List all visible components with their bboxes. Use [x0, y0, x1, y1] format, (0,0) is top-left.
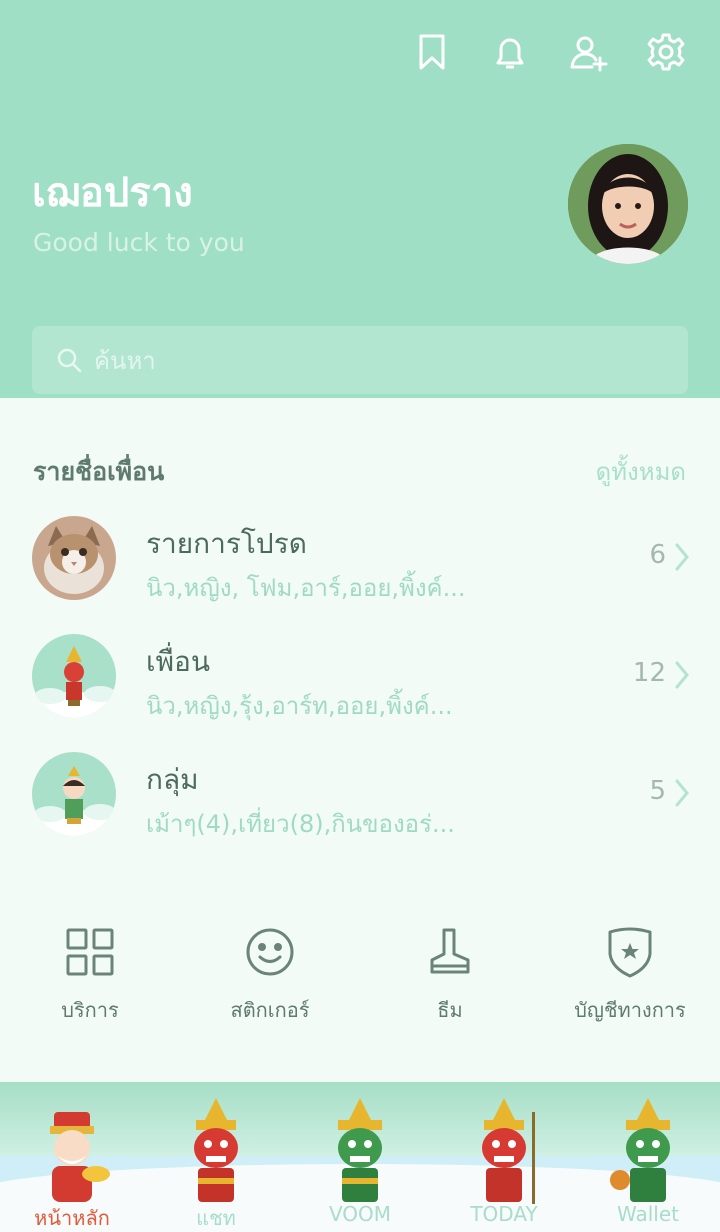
friends-avatar [32, 634, 116, 718]
add-friend-icon[interactable] [568, 30, 608, 74]
friend-row-count: 12 [632, 658, 666, 688]
stickers-button[interactable]: สติกเกอร์ [180, 924, 360, 1034]
today-character-icon [482, 1098, 535, 1204]
voom-character-icon [338, 1098, 382, 1202]
friend-row-favorites[interactable]: รายการโปรด นิว,หญิง, โฟม,อาร์,ออย,พิ้งค์… [0, 516, 720, 616]
services-label: บริการ [61, 998, 119, 1022]
tab-today[interactable]: TODAY [432, 1082, 576, 1232]
search-icon [57, 348, 82, 373]
bottom-navigation: หน้าหลัก แชท VOOM TODAY Wallet [0, 1082, 720, 1232]
tab-today-label: TODAY [470, 1202, 538, 1226]
friends-section-title: รายชื่อเพื่อน [33, 457, 165, 486]
favorites-avatar [32, 516, 116, 600]
chat-character-icon [194, 1098, 238, 1202]
home-character-icon [50, 1112, 110, 1202]
tab-wallet[interactable]: Wallet [576, 1082, 720, 1232]
tab-chat[interactable]: แชท [144, 1082, 288, 1232]
groups-avatar [32, 752, 116, 836]
friend-row-friends[interactable]: เพื่อน นิว,หญิง,รุ้ง,อาร์ท,ออย,พิ้งค์...… [0, 634, 720, 734]
tab-home-label: หน้าหลัก [34, 1206, 110, 1230]
themes-label: ธีม [437, 998, 463, 1022]
tab-wallet-label: Wallet [616, 1202, 679, 1226]
friend-row-title: เพื่อน [146, 645, 210, 678]
chevron-right-icon [675, 661, 689, 689]
wallet-character-icon [610, 1098, 670, 1202]
header-toolbar [412, 30, 686, 74]
profile-header: เฌอปราง Good luck to you ค้นหา [0, 0, 720, 398]
themes-button[interactable]: ธีม [360, 924, 540, 1034]
avatar[interactable] [568, 144, 688, 264]
friend-row-subtitle: เม้าๆ(4),เที่ยว(8),กินของอร่... [146, 810, 455, 838]
friend-row-title: กลุ่ม [146, 763, 199, 796]
bell-icon[interactable] [490, 30, 530, 74]
status-message[interactable]: Good luck to you [33, 228, 245, 257]
search-placeholder: ค้นหา [94, 346, 156, 375]
friend-row-subtitle: นิว,หญิง,รุ้ง,อาร์ท,ออย,พิ้งค์... [146, 692, 453, 720]
official-accounts-button[interactable]: บัญชีทางการ [540, 924, 720, 1034]
chevron-right-icon [675, 779, 689, 807]
tab-home[interactable]: หน้าหลัก [0, 1082, 144, 1232]
tab-voom-label: VOOM [328, 1202, 392, 1226]
shield-star-icon [608, 927, 652, 978]
grid-icon [66, 928, 114, 976]
search-input[interactable]: ค้นหา [32, 326, 688, 394]
chevron-right-icon [675, 543, 689, 571]
friend-row-groups[interactable]: กลุ่ม เม้าๆ(4),เที่ยว(8),กินของอร่... 5 [0, 752, 720, 852]
see-all-link[interactable]: ดูทั้งหมด [596, 452, 686, 491]
tab-voom[interactable]: VOOM [288, 1082, 432, 1232]
official-accounts-label: บัญชีทางการ [574, 998, 686, 1022]
friend-row-title: รายการโปรด [146, 527, 307, 560]
smile-icon [246, 928, 294, 976]
services-button[interactable]: บริการ [0, 924, 180, 1034]
stickers-label: สติกเกอร์ [230, 998, 310, 1022]
profile-name[interactable]: เฌอปราง [32, 160, 193, 224]
bookmark-icon[interactable] [412, 30, 452, 74]
tab-chat-label: แชท [196, 1206, 236, 1230]
brush-icon [430, 928, 470, 974]
gear-icon[interactable] [646, 30, 686, 74]
friend-row-count: 5 [649, 776, 666, 806]
friend-row-count: 6 [649, 540, 666, 570]
friend-row-subtitle: นิว,หญิง, โฟม,อาร์,ออย,พิ้งค์... [146, 574, 466, 602]
